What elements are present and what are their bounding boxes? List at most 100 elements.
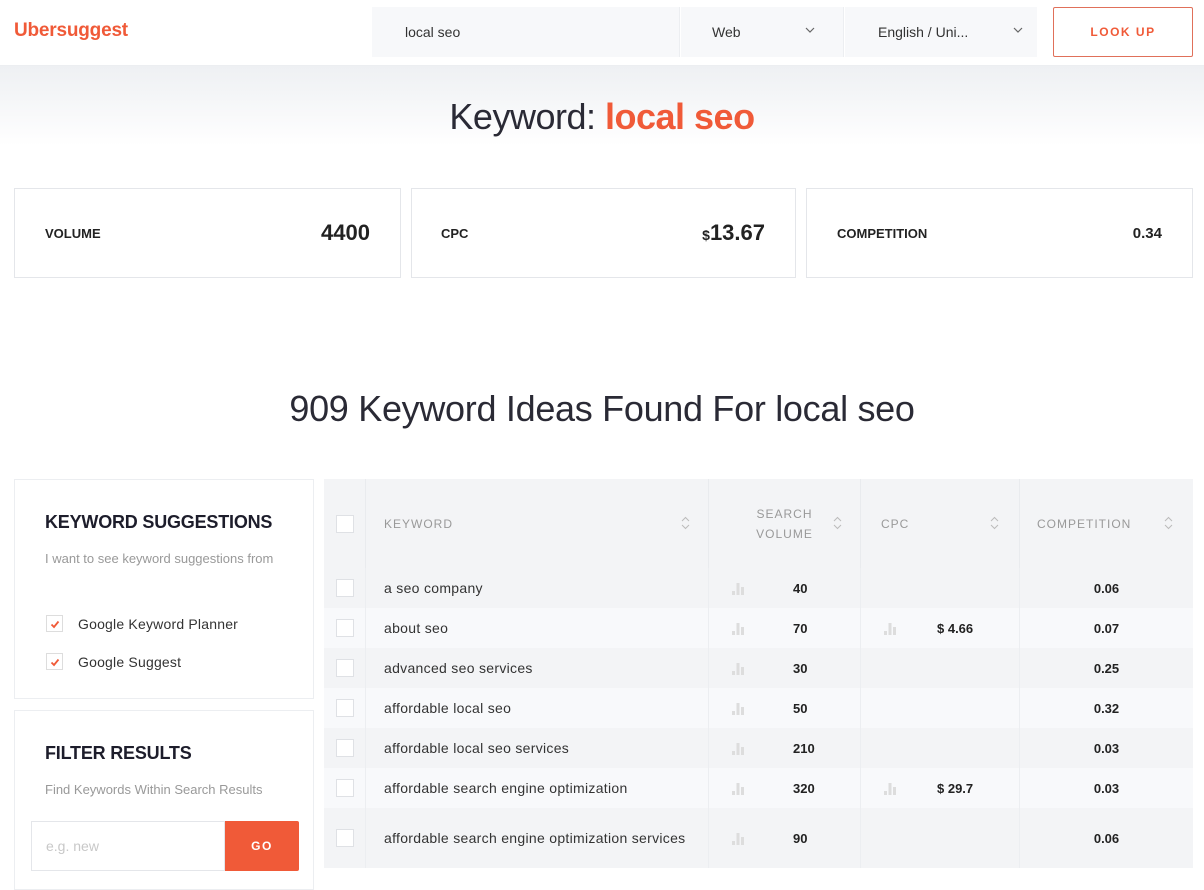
column-search-volume-line2: VOLUME <box>756 526 813 541</box>
cpc-cell <box>861 568 1020 608</box>
table-body: a seo company 40 0.06 about seo 70 $ 4.6… <box>324 568 1193 868</box>
bar-chart-icon[interactable] <box>730 830 746 846</box>
keyword-cell[interactable]: advanced seo services <box>366 648 709 688</box>
sort-icon[interactable] <box>1164 516 1173 530</box>
volume-value: 210 <box>793 740 815 756</box>
keyword-cell[interactable]: affordable search engine optimization se… <box>366 808 709 868</box>
row-checkbox[interactable] <box>335 739 354 757</box>
competition-value: 0.32 <box>1093 700 1120 716</box>
column-keyword[interactable]: KEYWORD <box>366 479 709 568</box>
volume-card: VOLUME 4400 <box>14 188 401 278</box>
bar-chart-icon[interactable] <box>730 620 746 636</box>
cpc-value: $13.67 <box>702 220 765 246</box>
logo[interactable]: Ubersuggest <box>14 20 128 42</box>
keyword-cell[interactable]: about seo <box>366 608 709 648</box>
volume-value: 30 <box>793 660 808 676</box>
bar-chart-icon[interactable] <box>730 780 746 796</box>
volume-value: 320 <box>793 780 815 796</box>
bar-chart-icon[interactable] <box>730 740 746 756</box>
keyword-text: affordable search engine optimization se… <box>384 829 686 846</box>
google-suggest-checkbox[interactable] <box>46 653 63 670</box>
bar-chart-icon[interactable] <box>882 780 898 796</box>
table-header: KEYWORD SEARCH VOLUME CPC COMPETITION <box>324 479 1193 568</box>
volume-cell: 40 <box>709 568 861 608</box>
bar-chart-icon[interactable] <box>730 700 746 716</box>
sort-icon[interactable] <box>990 516 999 530</box>
volume-cell: 70 <box>709 608 861 648</box>
sort-icon[interactable] <box>681 516 690 530</box>
sort-icon[interactable] <box>833 516 842 530</box>
row-checkbox-cell <box>324 608 366 648</box>
keyword-heading-keyword: local seo <box>605 96 755 137</box>
bar-chart-icon[interactable] <box>882 620 898 636</box>
volume-cell: 90 <box>709 808 861 868</box>
competition-value: 0.25 <box>1093 660 1120 676</box>
cpc-cell <box>861 728 1020 768</box>
row-checkbox-cell <box>324 688 366 728</box>
keyword-cell[interactable]: a seo company <box>366 568 709 608</box>
check-icon <box>50 658 59 666</box>
competition-card: COMPETITION 0.34 <box>806 188 1193 278</box>
bar-chart-icon[interactable] <box>730 580 746 596</box>
look-up-button[interactable]: LOOK UP <box>1053 7 1193 57</box>
keyword-suggestions-panel: KEYWORD SUGGESTIONS I want to see keywor… <box>14 479 314 699</box>
row-checkbox[interactable] <box>335 659 354 677</box>
google-suggest-option[interactable]: Google Suggest <box>46 653 181 670</box>
row-checkbox-cell <box>324 808 366 868</box>
row-checkbox[interactable] <box>335 699 354 717</box>
table-row: affordable local seo 50 0.32 <box>324 688 1193 728</box>
filter-results-panel: FILTER RESULTS Find Keywords Within Sear… <box>14 710 314 890</box>
keyword-search-input[interactable]: local seo <box>372 7 680 57</box>
filter-results-description: Find Keywords Within Search Results <box>45 782 263 797</box>
column-search-volume[interactable]: SEARCH VOLUME <box>709 479 861 568</box>
check-icon <box>50 620 59 628</box>
cpc-value: $ 29.7 <box>937 780 974 796</box>
search-input-value: local seo <box>405 24 461 40</box>
table-row: affordable search engine optimization 32… <box>324 768 1193 808</box>
volume-value: 40 <box>793 580 808 596</box>
option-label: Google Keyword Planner <box>78 615 239 632</box>
keyword-ideas-heading: 909 Keyword Ideas Found For local seo <box>289 388 915 429</box>
cpc-card: CPC $13.67 <box>411 188 796 278</box>
keyword-ideas-table: KEYWORD SEARCH VOLUME CPC COMPETITION a s… <box>324 479 1193 868</box>
competition-cell: 0.25 <box>1020 648 1193 688</box>
bar-chart-icon[interactable] <box>730 660 746 676</box>
keyword-text: a seo company <box>384 579 483 596</box>
keyword-suggestions-description: I want to see keyword suggestions from <box>45 551 274 566</box>
competition-value: 0.34 <box>1132 224 1162 242</box>
row-checkbox-cell <box>324 768 366 808</box>
row-checkbox[interactable] <box>335 579 354 597</box>
volume-value: 90 <box>793 830 808 846</box>
keyword-text: affordable local seo services <box>384 739 570 756</box>
source-select-value: Web <box>712 24 741 40</box>
keyword-cell[interactable]: affordable local seo <box>366 688 709 728</box>
volume-value: 50 <box>793 700 808 716</box>
row-checkbox-cell <box>324 568 366 608</box>
google-keyword-planner-option[interactable]: Google Keyword Planner <box>46 615 238 632</box>
volume-value: 4400 <box>321 220 370 245</box>
go-button[interactable]: GO <box>225 821 299 871</box>
filter-input[interactable] <box>31 821 225 871</box>
row-checkbox[interactable] <box>335 829 354 847</box>
option-label: Google Suggest <box>78 653 182 670</box>
row-checkbox[interactable] <box>335 779 354 797</box>
volume-cell: 30 <box>709 648 861 688</box>
source-select[interactable]: Web <box>681 7 844 57</box>
volume-value: 70 <box>793 620 808 636</box>
column-competition[interactable]: COMPETITION <box>1020 479 1193 568</box>
language-select[interactable]: English / Uni... <box>845 7 1037 57</box>
header-checkbox-cell <box>324 479 366 568</box>
google-keyword-planner-checkbox[interactable] <box>46 615 63 632</box>
chevron-down-icon <box>1013 27 1023 33</box>
competition-value: 0.06 <box>1093 830 1120 846</box>
cpc-cell: $ 4.66 <box>861 608 1020 648</box>
select-all-checkbox[interactable] <box>335 514 354 533</box>
row-checkbox[interactable] <box>335 619 354 637</box>
keyword-cell[interactable]: affordable local seo services <box>366 728 709 768</box>
keyword-suggestions-title: KEYWORD SUGGESTIONS <box>45 512 273 532</box>
keyword-cell[interactable]: affordable search engine optimization <box>366 768 709 808</box>
language-select-value: English / Uni... <box>878 24 969 40</box>
keyword-text: affordable local seo <box>384 699 512 716</box>
column-cpc[interactable]: CPC <box>861 479 1020 568</box>
competition-value: 0.07 <box>1093 620 1120 636</box>
